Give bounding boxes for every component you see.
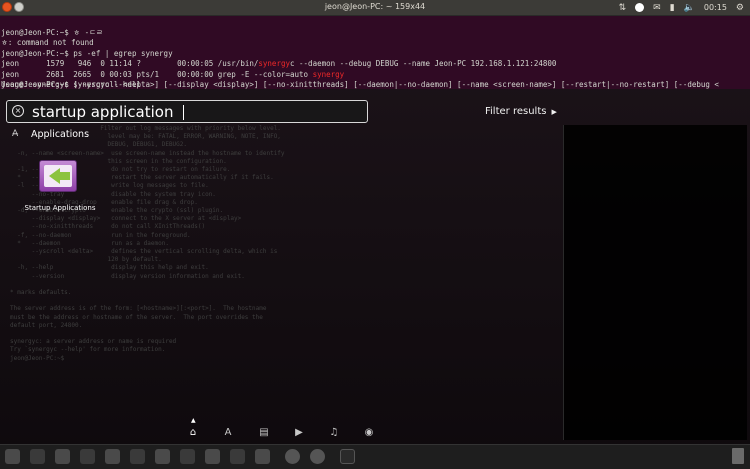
result-startup-applications[interactable]: Startup Applications bbox=[20, 158, 100, 218]
chevron-right-icon: ▶ bbox=[551, 108, 557, 116]
gear-icon[interactable]: ⚙ bbox=[736, 2, 744, 14]
launcher-item[interactable] bbox=[105, 449, 120, 464]
trash-icon[interactable] bbox=[732, 448, 744, 464]
top-panel: jeon@Jeon-PC: ~ 159x44 ⇅ ✉ ▮ 🔈 00:15 ⚙ bbox=[0, 0, 750, 16]
ghost-line: -f, --no-daemon run in the foreground. bbox=[10, 231, 191, 239]
ghost-line: The server address is of the form: [<hos… bbox=[10, 305, 267, 313]
ghost-line: 120 by default. bbox=[10, 256, 162, 264]
ghost-line: default port, 24800. bbox=[10, 321, 83, 329]
network-icon[interactable]: ⇅ bbox=[619, 2, 627, 14]
clock[interactable]: 00:15 bbox=[704, 3, 727, 12]
ghost-line bbox=[10, 297, 285, 305]
startup-applications-icon bbox=[39, 160, 77, 192]
filter-results-label: Filter results bbox=[485, 106, 547, 117]
ghost-line: * --daemon run as a daemon. bbox=[10, 239, 169, 247]
clear-search-icon[interactable]: × bbox=[12, 105, 24, 117]
ghost-line: -n, --name <screen-name> use screen-name… bbox=[10, 149, 285, 157]
battery-icon[interactable]: ▮ bbox=[670, 2, 675, 14]
ghost-line: must be the address or hostname of the s… bbox=[10, 313, 263, 321]
keyboard-indicator-icon[interactable] bbox=[635, 3, 645, 12]
terminal-line: jeon 1579 946 0 11:14 ? 00:00:05 /usr/bi… bbox=[1, 59, 556, 70]
ghost-line: --version display version information an… bbox=[10, 272, 245, 280]
active-lens-indicator-icon: ▲ bbox=[191, 417, 196, 424]
terminal-line: jeon@Jeon-PC:~$ ㅎ -ㄷㄹ bbox=[1, 27, 103, 37]
dash-search-box[interactable]: × startup application bbox=[6, 100, 368, 123]
terminal-line: jeon 2681 2665 0 00:03 pts/1 00:00:00 gr… bbox=[1, 70, 556, 81]
files-icon[interactable]: ▤ bbox=[258, 427, 270, 439]
terminal-highlight: synergy bbox=[312, 69, 345, 79]
ghost-line: -h, --help display this help and exit. bbox=[10, 264, 209, 272]
home-icon[interactable]: ⌂ bbox=[187, 427, 199, 439]
applications-icon[interactable]: A bbox=[222, 427, 234, 439]
ghost-line: synergyc: a server address or name is re… bbox=[10, 338, 177, 346]
launcher-dock bbox=[0, 444, 750, 469]
launcher-item[interactable] bbox=[180, 449, 195, 464]
terminal-line-text: c --daemon --debug DEBUG --name Jeon-PC … bbox=[290, 59, 557, 68]
launcher-item[interactable] bbox=[285, 449, 300, 464]
video-icon[interactable]: ▶ bbox=[293, 427, 305, 439]
envelope-icon[interactable]: ✉ bbox=[653, 2, 661, 14]
launcher-item[interactable] bbox=[130, 449, 145, 464]
terminal-line: jeon@Jeon-PC:~$ ps -ef | egrep synergy bbox=[1, 48, 173, 58]
launcher-item[interactable] bbox=[55, 449, 70, 464]
launcher-item[interactable] bbox=[80, 449, 95, 464]
launcher-item[interactable] bbox=[5, 449, 20, 464]
applications-category-icon: A̶ bbox=[12, 129, 19, 139]
launcher-item[interactable] bbox=[230, 449, 245, 464]
workspace-switcher-icon[interactable] bbox=[340, 449, 355, 464]
ghost-line: Try `synergyc --help' for more informati… bbox=[10, 346, 166, 354]
system-tray: ⇅ ✉ ▮ 🔈 00:15 ⚙ bbox=[619, 1, 744, 14]
dash-right-panel bbox=[563, 125, 747, 440]
ghost-line bbox=[10, 330, 285, 338]
terminal-line: ㅎ: command not found bbox=[1, 38, 94, 47]
photo-icon[interactable]: ◉ bbox=[363, 427, 375, 439]
ghost-line: jeon@Jeon-PC:~$ bbox=[10, 354, 65, 362]
ghost-line: * marks defaults. bbox=[10, 289, 72, 297]
launcher-item[interactable] bbox=[205, 449, 220, 464]
terminal-highlight: synergy bbox=[258, 59, 290, 68]
launcher-item[interactable] bbox=[255, 449, 270, 464]
launcher-item[interactable] bbox=[155, 449, 170, 464]
category-heading: Applications bbox=[31, 129, 90, 140]
ghost-line bbox=[10, 281, 285, 289]
result-label: Startup Applications bbox=[24, 204, 96, 212]
ghost-line: --no-xinitthreads do not call XInitThrea… bbox=[10, 223, 206, 231]
ghost-line: DEBUG, DEBUG1, DEBUG2. bbox=[10, 141, 188, 149]
speaker-icon[interactable]: 🔈 bbox=[684, 2, 695, 14]
ghost-line: --yscroll <delta> defines the vertical s… bbox=[10, 248, 278, 256]
terminal-line-text: jeon 2681 2665 0 00:03 pts/1 00:00:00 gr… bbox=[1, 69, 313, 79]
filter-results-button[interactable]: Filter results ▶ bbox=[485, 106, 557, 117]
lens-bar: ▲ ⌂ A ▤ ▶ ♫ ◉ bbox=[182, 417, 382, 442]
terminal-line-text: jeon 1579 946 0 11:14 ? 00:00:05 /usr/bi… bbox=[1, 59, 259, 68]
launcher-item[interactable] bbox=[30, 449, 45, 464]
search-input[interactable]: startup application bbox=[32, 103, 173, 121]
text-caret bbox=[183, 105, 184, 120]
launcher-item[interactable] bbox=[310, 449, 325, 464]
music-icon[interactable]: ♫ bbox=[328, 427, 340, 439]
